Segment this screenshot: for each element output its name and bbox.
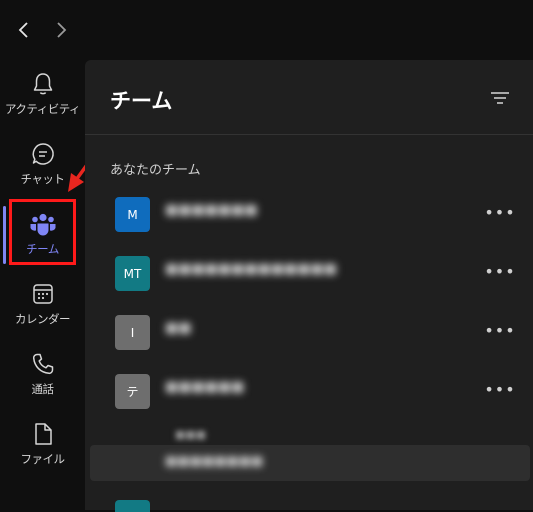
title-bar <box>0 0 533 60</box>
team-avatar: MT <box>115 256 150 291</box>
highlight-box <box>9 199 76 265</box>
phone-icon <box>29 350 57 378</box>
filter-button[interactable] <box>486 87 514 109</box>
more-options-button[interactable]: ••• <box>484 203 514 222</box>
rail-item-activity[interactable]: アクティビティ <box>0 60 85 124</box>
filter-icon <box>491 92 509 104</box>
team-name: ■■■■■■■■■■■■■ <box>165 261 337 277</box>
bell-icon <box>29 70 57 98</box>
active-indicator <box>3 206 6 264</box>
rail-item-label: カレンダー <box>15 312 71 326</box>
more-options-button[interactable]: ••• <box>484 321 514 340</box>
panel-header: チーム <box>85 60 533 135</box>
more-options-button[interactable]: ••• <box>484 262 514 281</box>
rail-item-calls[interactable]: 通話 <box>0 340 85 404</box>
team-row[interactable]: I ■■ ••• <box>85 309 533 361</box>
blurred-label: ■■■ <box>175 428 207 441</box>
channel-name: ■■■■■■■■ <box>165 454 264 469</box>
teams-panel: チーム あなたのチーム M ■■■■■■■ ••• MT ■■■■■■■■■■■… <box>85 60 533 512</box>
more-options-button[interactable]: ••• <box>484 380 514 399</box>
team-row[interactable]: MT ■■■■■■■■■■■■■ ••• <box>85 250 533 302</box>
rail-item-label: チャット <box>20 172 65 186</box>
forward-button[interactable] <box>49 18 73 42</box>
chat-icon <box>29 140 57 168</box>
team-name: ■■■■■■■ <box>165 202 258 218</box>
rail-item-files[interactable]: ファイル <box>0 410 85 474</box>
team-avatar <box>115 500 150 512</box>
team-row[interactable]: テ ■■■■■■ ••• <box>85 368 533 420</box>
rail-item-label: ファイル <box>20 452 66 466</box>
back-button[interactable] <box>12 18 36 42</box>
rail-item-label: 通話 <box>31 382 55 396</box>
calendar-icon <box>29 280 57 308</box>
file-icon <box>29 420 57 448</box>
rail-item-label: アクティビティ <box>4 102 81 116</box>
team-avatar: I <box>115 315 150 350</box>
team-avatar: M <box>115 197 150 232</box>
chevron-right-icon <box>57 22 67 38</box>
team-avatar: テ <box>115 374 150 409</box>
app-rail: アクティビティ チャット チーム カレンダー 通話 ファイル <box>0 60 85 510</box>
page-title: チーム <box>110 89 173 113</box>
chevron-left-icon <box>18 22 28 38</box>
team-name: ■■■■■■ <box>165 379 245 395</box>
rail-item-calendar[interactable]: カレンダー <box>0 270 85 334</box>
team-name: ■■ <box>165 320 192 336</box>
section-label: あなたのチーム <box>110 163 201 178</box>
channel-row[interactable]: ■■■■■■■■ <box>90 445 530 481</box>
team-row[interactable]: M ■■■■■■■ ••• <box>85 191 533 243</box>
